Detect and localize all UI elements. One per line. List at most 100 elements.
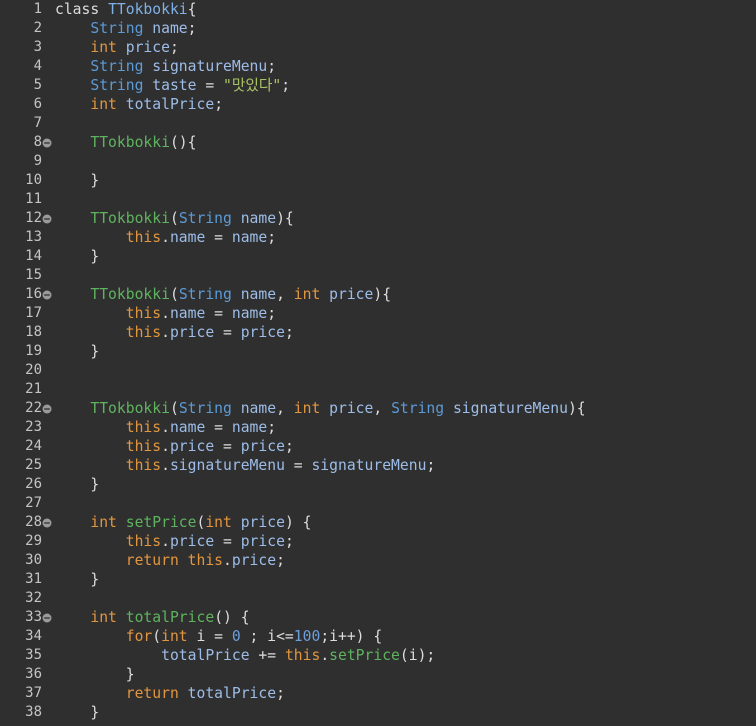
code-text[interactable]: this.price = price; (55, 323, 294, 342)
code-text[interactable]: TTokbokki(String name, int price, String… (55, 399, 585, 418)
collapse-icon[interactable] (42, 133, 55, 152)
code-line[interactable]: 32 (0, 589, 756, 608)
code-line[interactable]: 3 int price; (0, 38, 756, 57)
code-line[interactable]: 21 (0, 380, 756, 399)
code-line[interactable]: 30 return this.price; (0, 551, 756, 570)
code-line[interactable]: 6 int totalPrice; (0, 95, 756, 114)
code-text[interactable]: int price; (55, 38, 178, 57)
collapse-icon[interactable] (42, 608, 55, 627)
code-line[interactable]: 35 totalPrice += this.setPrice(i); (0, 646, 756, 665)
code-line[interactable]: 4 String signatureMenu; (0, 57, 756, 76)
code-text[interactable]: this.name = name; (55, 228, 276, 247)
code-line[interactable]: 9 (0, 152, 756, 171)
code-line[interactable]: 16 TTokbokki(String name, int price){ (0, 285, 756, 304)
code-token: setPrice (125, 514, 197, 531)
code-text[interactable]: TTokbokki(String name, int price){ (55, 285, 391, 304)
code-line[interactable]: 29 this.price = price; (0, 532, 756, 551)
code-text[interactable]: this.name = name; (55, 304, 276, 323)
code-text[interactable]: } (55, 570, 99, 589)
fold-gutter (42, 646, 55, 665)
code-line[interactable]: 14 } (0, 247, 756, 266)
code-token: price (169, 438, 215, 455)
code-line[interactable]: 20 (0, 361, 756, 380)
code-editor[interactable]: 1 class TTokbokki{2 String name; 3 int pri… (0, 0, 756, 726)
code-line[interactable]: 38 } (0, 703, 756, 722)
code-token: taste (152, 77, 197, 94)
code-line[interactable]: 26 } (0, 475, 756, 494)
code-line[interactable]: 19 } (0, 342, 756, 361)
fold-gutter (42, 228, 55, 247)
fold-gutter (42, 0, 55, 19)
code-text[interactable]: int totalPrice() { (55, 608, 249, 627)
code-line[interactable]: 11 (0, 190, 756, 209)
code-text[interactable]: this.signatureMenu = signatureMenu; (55, 456, 436, 475)
code-line[interactable]: 10 } (0, 171, 756, 190)
code-text[interactable]: return totalPrice; (55, 684, 285, 703)
code-text[interactable]: } (55, 703, 99, 722)
code-token: totalPrice (161, 647, 250, 664)
code-token: name (231, 229, 268, 246)
code-line[interactable]: 24 this.price = price; (0, 437, 756, 456)
code-line[interactable]: 15 (0, 266, 756, 285)
code-line[interactable]: 18 this.price = price; (0, 323, 756, 342)
collapse-icon[interactable] (42, 285, 55, 304)
code-line[interactable]: 1 class TTokbokki{ (0, 0, 756, 19)
code-line[interactable]: 25 this.signatureMenu = signatureMenu; (0, 456, 756, 475)
code-line[interactable]: 12 TTokbokki(String name){ (0, 209, 756, 228)
code-token: . (161, 324, 170, 341)
code-line[interactable]: 8 TTokbokki(){ (0, 133, 756, 152)
code-line[interactable]: 31 } (0, 570, 756, 589)
code-token: name (169, 229, 206, 246)
code-text[interactable]: this.price = price; (55, 437, 294, 456)
code-token: this (125, 324, 162, 341)
code-text[interactable]: int setPrice(int price) { (55, 513, 311, 532)
code-line[interactable]: 27 (0, 494, 756, 513)
code-line[interactable]: 37 return totalPrice; (0, 684, 756, 703)
collapse-icon[interactable] (42, 513, 55, 532)
code-text[interactable]: } (55, 342, 99, 361)
code-text[interactable]: } (55, 475, 99, 494)
code-text[interactable]: String signatureMenu; (55, 57, 276, 76)
code-line[interactable]: 5 String taste = "맛있다"; (0, 76, 756, 95)
code-text[interactable]: } (55, 247, 99, 266)
code-token: totalPrice (125, 609, 215, 626)
code-line[interactable]: 7 (0, 114, 756, 133)
code-text[interactable]: TTokbokki(){ (55, 133, 196, 152)
code-line[interactable]: 34 for(int i = 0 ; i<=100;i++) { (0, 627, 756, 646)
code-text[interactable]: class TTokbokki{ (55, 0, 197, 19)
code-text[interactable]: String name; (55, 19, 196, 38)
code-line[interactable]: 17 this.name = name; (0, 304, 756, 323)
code-token: } (55, 172, 100, 189)
code-line[interactable]: 13 this.name = name; (0, 228, 756, 247)
code-token: class (55, 1, 100, 18)
code-text[interactable]: this.price = price; (55, 532, 294, 551)
code-line[interactable]: 28 int setPrice(int price) { (0, 513, 756, 532)
code-line[interactable]: 33 int totalPrice() { (0, 608, 756, 627)
code-text[interactable]: totalPrice += this.setPrice(i); (55, 646, 435, 665)
code-line[interactable]: 36 } (0, 665, 756, 684)
collapse-icon[interactable] (42, 399, 55, 418)
code-line[interactable]: 2 String name; (0, 19, 756, 38)
code-text[interactable]: return this.price; (55, 551, 285, 570)
code-text[interactable]: } (55, 665, 135, 684)
line-number: 7 (33, 115, 42, 131)
collapse-icon[interactable] (42, 209, 55, 228)
code-text[interactable]: String taste = "맛있다"; (55, 76, 290, 95)
code-text[interactable]: } (55, 171, 99, 190)
code-lines[interactable]: 1 class TTokbokki{2 String name; 3 int pri… (0, 0, 756, 722)
code-line[interactable]: 23 this.name = name; (0, 418, 756, 437)
fold-gutter (42, 570, 55, 589)
code-text[interactable]: TTokbokki(String name){ (55, 209, 293, 228)
code-line[interactable]: 22 TTokbokki(String name, int price, Str… (0, 399, 756, 418)
code-text[interactable]: this.name = name; (55, 418, 276, 437)
code-text[interactable]: for(int i = 0 ; i<=100;i++) { (55, 627, 382, 646)
code-token: i = (187, 628, 232, 645)
fold-gutter (42, 95, 55, 114)
code-text[interactable]: int totalPrice; (55, 95, 223, 114)
fold-gutter (42, 19, 55, 38)
